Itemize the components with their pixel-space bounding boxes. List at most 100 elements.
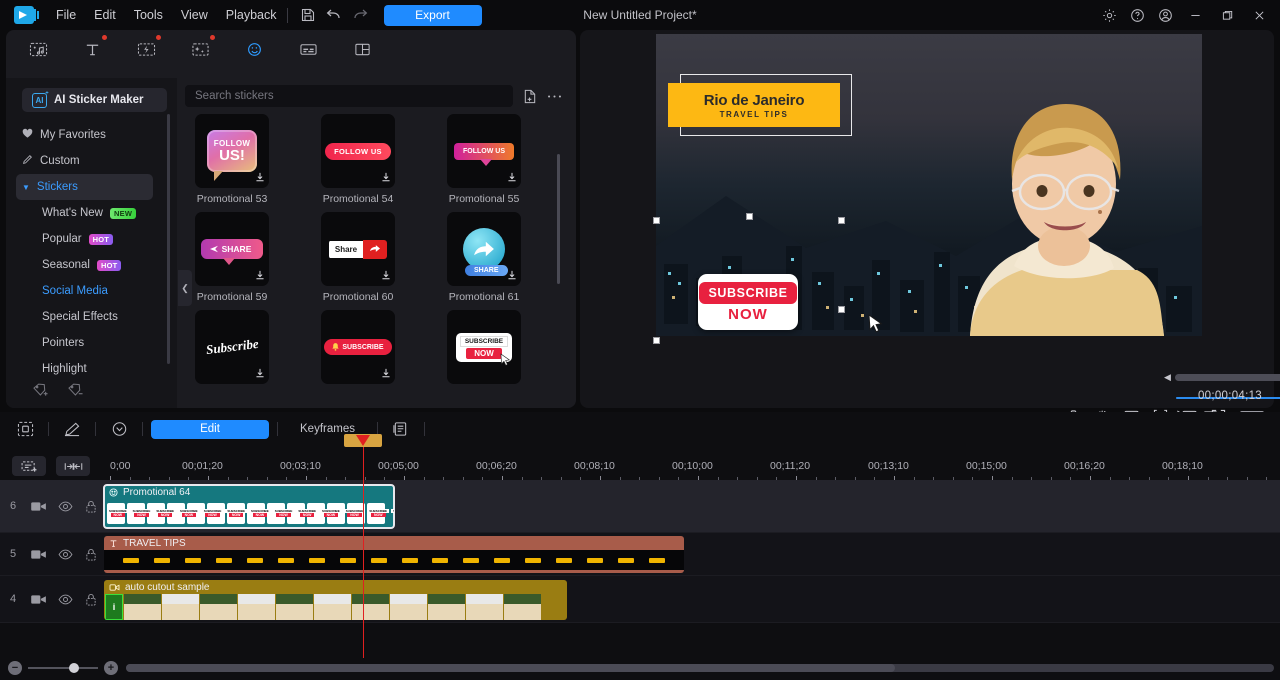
download-icon[interactable] [507, 269, 517, 283]
sidebar-scrollbar[interactable] [167, 114, 170, 364]
close-button[interactable] [1244, 0, 1274, 30]
sticker-item-promotional-54[interactable]: FOLLOW US Promotional 54 [321, 114, 395, 205]
toolbar-divider [48, 422, 49, 436]
more-options-icon[interactable] [547, 94, 562, 99]
eye-icon[interactable] [52, 501, 78, 512]
ruler-label: 00;15;00 [966, 460, 1007, 472]
add-track-icon[interactable] [12, 456, 46, 476]
download-icon[interactable] [381, 367, 391, 381]
timeline-toolbar: Edit Keyframes [0, 412, 1280, 446]
zoom-track[interactable] [28, 667, 98, 669]
gear-icon[interactable] [1096, 0, 1122, 30]
menu-item-tools[interactable]: Tools [134, 8, 163, 22]
scroll-thumb[interactable] [1175, 374, 1280, 381]
new-file-icon[interactable] [523, 89, 537, 104]
sidebar-item-seasonal[interactable]: Seasonal HOT [6, 252, 177, 278]
playhead[interactable] [363, 446, 364, 658]
sticker-item-promotional-64[interactable]: SUBSCRIBE NOW [447, 310, 521, 384]
download-icon[interactable] [381, 171, 391, 185]
lock-icon[interactable] [78, 593, 104, 606]
sticker-item-promotional-62[interactable]: Subscribe [195, 310, 269, 384]
tab-transitions[interactable]: Transitions [120, 32, 172, 78]
handle-bottom-left[interactable] [653, 337, 660, 344]
video-preview-stage[interactable]: Rio de Janeiro TRAVEL TIPS SUBSCRIBE NOW [656, 34, 1202, 336]
subscribe-overlay[interactable]: SUBSCRIBE NOW [698, 274, 798, 330]
panel-collapse-button[interactable]: ❮ [178, 270, 192, 306]
download-icon[interactable] [255, 367, 265, 381]
menu-item-edit[interactable]: Edit [94, 8, 116, 22]
tab-effects[interactable]: Effects [174, 32, 226, 78]
tag-add-icon[interactable] [32, 382, 49, 400]
sticker-grid[interactable]: FOLLOW US! Promotional 53 [185, 114, 562, 408]
menu-item-playback[interactable]: Playback [226, 8, 277, 22]
crop-icon[interactable] [10, 416, 40, 442]
menu-item-file[interactable]: File [56, 8, 76, 22]
scroll-thumb[interactable] [126, 664, 895, 672]
timeline-horizontal-scrollbar[interactable] [126, 664, 1274, 672]
redo-icon[interactable] [350, 5, 370, 25]
export-button[interactable]: Export [384, 5, 482, 26]
download-icon[interactable] [507, 171, 517, 185]
undo-icon[interactable] [324, 5, 344, 25]
speed-icon[interactable] [104, 416, 134, 442]
sticker-item-promotional-60[interactable]: Share Promotional 60 [321, 212, 395, 303]
account-icon[interactable] [1152, 0, 1178, 30]
camera-icon[interactable] [26, 501, 52, 512]
download-icon[interactable] [255, 171, 265, 185]
adjust-clip-icon[interactable] [56, 456, 90, 476]
sidebar-item-my-favorites[interactable]: My Favorites [6, 122, 177, 148]
title-overlay[interactable]: Rio de Janeiro TRAVEL TIPS [668, 74, 852, 136]
sticker-item-promotional-63[interactable]: SUBSCRIBE [321, 310, 395, 384]
zoom-knob[interactable] [69, 663, 79, 673]
menu-item-view[interactable]: View [181, 8, 208, 22]
ruler-label: 00;10;00 [672, 460, 713, 472]
sidebar-item-social-media[interactable]: Social Media [6, 278, 177, 304]
sticker-item-promotional-59[interactable]: SHARE Promotional 59 [195, 212, 269, 303]
sidebar-item-popular[interactable]: Popular HOT [6, 226, 177, 252]
track-row-4[interactable]: 4 auto cutout sample [0, 576, 1280, 623]
timeline-clip-travel-tips[interactable]: TRAVEL TIPS [104, 536, 684, 573]
eye-icon[interactable] [52, 549, 78, 560]
tab-edit[interactable]: Edit [151, 420, 269, 439]
sidebar-item-stickers[interactable]: ▼ Stickers [16, 174, 153, 200]
sidebar-item-pointers[interactable]: Pointers [6, 330, 177, 356]
sticker-item-promotional-53[interactable]: FOLLOW US! Promotional 53 [195, 114, 269, 205]
markers-icon[interactable] [386, 416, 416, 442]
timeline-clip-auto-cutout-sample[interactable]: auto cutout sample i [104, 580, 567, 620]
eye-icon[interactable] [52, 594, 78, 605]
sticker-item-promotional-61[interactable]: SHARE Promotional 61 [447, 212, 521, 303]
tab-subtitles[interactable]: Subtitles [282, 32, 334, 78]
tag-remove-icon[interactable] [67, 382, 84, 400]
timeline-ruler[interactable]: 0;00 00;01;20 00;03;10 00;05;00 00;06;20… [104, 446, 1280, 480]
tab-overlays[interactable]: Overlays [228, 32, 280, 78]
zoom-out-button[interactable]: − [8, 661, 22, 675]
lock-icon[interactable] [78, 500, 104, 513]
timeline-clip-promotional-64[interactable]: Promotional 64 [104, 485, 394, 528]
sticker-grid-scrollbar[interactable] [557, 154, 560, 284]
minimize-button[interactable] [1180, 0, 1210, 30]
preview-horizontal-scrollbar[interactable]: ◀ ▶ ▼ [1164, 371, 1280, 383]
save-icon[interactable] [298, 5, 318, 25]
sticker-item-promotional-55[interactable]: FOLLOW US Promotional 55 [447, 114, 521, 205]
sidebar-item-special-effects[interactable]: Special Effects [6, 304, 177, 330]
maximize-button[interactable] [1212, 0, 1242, 30]
search-input[interactable]: Search stickers [185, 85, 513, 107]
download-icon[interactable] [381, 269, 391, 283]
sidebar-item-custom[interactable]: Custom [6, 148, 177, 174]
help-icon[interactable] [1124, 0, 1150, 30]
sidebar-item-whats-new[interactable]: What's New NEW [6, 200, 177, 226]
download-icon[interactable] [255, 269, 265, 283]
scroll-left-icon[interactable]: ◀ [1164, 372, 1171, 383]
timeline-zoom-slider[interactable]: − + [0, 661, 118, 675]
zoom-in-button[interactable]: + [104, 661, 118, 675]
ai-sticker-maker-button[interactable]: AI AI Sticker Maker [22, 88, 167, 112]
track-row-5[interactable]: 5 TRAVEL TIPS [0, 533, 1280, 576]
lock-icon[interactable] [78, 548, 104, 561]
camera-icon[interactable] [26, 549, 52, 560]
track-row-6[interactable]: 6 Promotional 64 [0, 480, 1280, 533]
tab-templates[interactable]: Templates [336, 32, 388, 78]
tab-titles[interactable]: Titles [66, 32, 118, 78]
tab-media[interactable]: Media [12, 32, 64, 78]
camera-icon[interactable] [26, 594, 52, 605]
pen-icon[interactable] [57, 416, 87, 442]
